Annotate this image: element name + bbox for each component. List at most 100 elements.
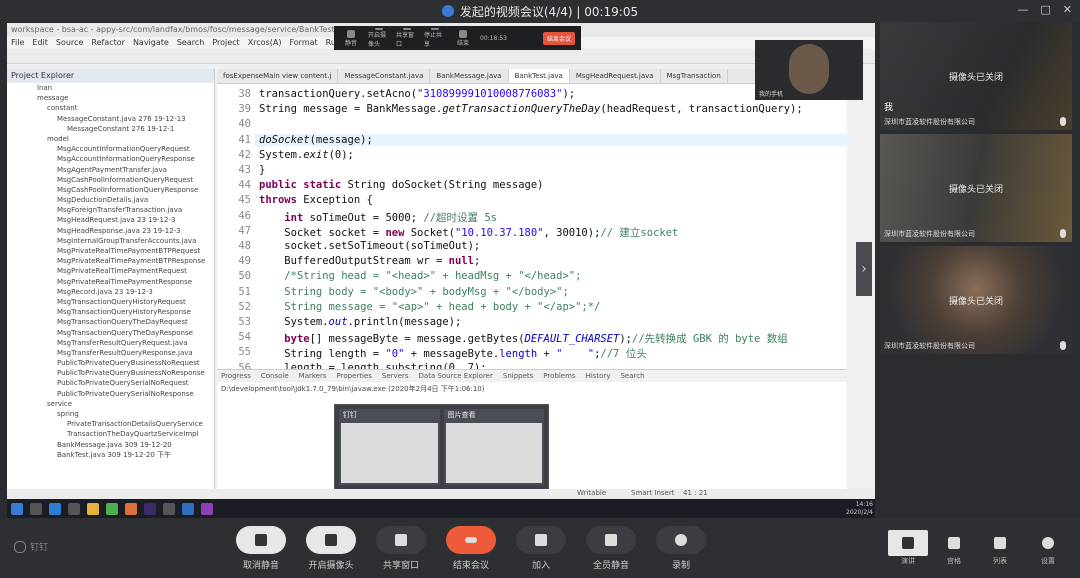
editor-tab[interactable]: BankMessage.java [430,69,509,83]
tree-item[interactable]: PublicToPrivateQuerySerialNoResponse [7,389,214,399]
window-thumbnail[interactable]: 图片查看 [443,409,544,485]
editor-tab[interactable]: BankTest.java [508,69,570,83]
tree-item[interactable]: spring [7,409,214,419]
tree-item[interactable]: message [7,93,214,103]
ide-menu-item[interactable]: File [11,37,24,49]
console-tab[interactable]: History [586,370,611,382]
tree-item[interactable]: BankTest.java 309 19-12-20 下午 [7,450,214,460]
layout-speaker-button[interactable]: 演讲 [888,530,928,566]
tree-item[interactable]: MsgHeadRequest.java 23 19-12-3 [7,215,214,225]
floating-bar-button[interactable]: 共享窗口 [396,28,418,48]
tree-item[interactable]: PublicToPrivateQueryBusinessNoRequest [7,358,214,368]
tree-item[interactable]: MsgDeductionDetails.java [7,195,214,205]
participant-tile[interactable]: 摄像头已关闭 深圳市蓝凌软件股份有限公司 [880,246,1072,354]
console-tab[interactable]: Problems [543,370,575,382]
tree-item[interactable]: constant [7,103,214,113]
share-window-button[interactable]: 共享窗口 [376,526,426,571]
record-button[interactable]: 录制 [656,526,706,571]
eclipse-icon[interactable] [144,502,156,515]
tree-item[interactable]: MsgInternalGroupTransferAccounts.java [7,236,214,246]
tree-item[interactable]: MsgAgentPaymentTransfer.java [7,165,214,175]
tree-item[interactable]: MsgTransactionQueryHistoryResponse [7,307,214,317]
search-icon[interactable] [30,502,42,515]
tree-item[interactable]: MsgPrivateRealTimePaymentBTPRequest [7,246,214,256]
floating-bar-button[interactable]: 静音 [340,28,362,48]
tree-item[interactable]: MsgCashPoolInformationQueryResponse [7,185,214,195]
ide-menu-item[interactable]: Search [177,37,204,49]
floating-bar-button[interactable]: 停止共享 [424,28,446,48]
tree-item[interactable]: PrivateTransactionDetailsQueryService [7,419,214,429]
console-tab[interactable]: Progress [221,370,251,382]
tree-item[interactable]: MessageConstant 276 19-12-1 [7,124,214,134]
tree-item[interactable]: lnan [7,83,214,93]
ide-menu-item[interactable]: Project [212,37,239,49]
edge-icon[interactable] [49,502,61,515]
participant-tile[interactable]: 摄像头已关闭 深圳市蓝凌软件股份有限公司 [880,134,1072,242]
ide-menu-item[interactable]: Navigate [133,37,169,49]
chrome-icon[interactable] [106,502,118,515]
ide-toolbar [7,49,875,64]
console-tab[interactable]: Console [261,370,289,382]
console-tab[interactable]: Markers [299,370,327,382]
join-button[interactable]: 加入 [516,526,566,571]
ide-menu-item[interactable]: Edit [32,37,48,49]
editor-tab[interactable]: fosExpenseMain view content.j [217,69,339,83]
tree-item[interactable]: MsgPrivateRealTimePaymentBTPResponse [7,256,214,266]
app-icon[interactable] [201,502,213,515]
console-tab[interactable]: Data Source Explorer [419,370,493,382]
editor-tab[interactable]: MessageConstant.java [338,69,431,83]
layout-list-button[interactable]: 列表 [980,530,1020,566]
tree-item[interactable]: MessageConstant.java 276 19-12-13 [7,114,214,124]
tree-item[interactable]: service [7,399,214,409]
tree-item[interactable]: model [7,134,214,144]
tree-item[interactable]: MsgTransferResultQueryResponse.java [7,348,214,358]
folder-icon[interactable] [87,502,99,515]
mute-all-button[interactable]: 全员静音 [586,526,636,571]
unmute-button[interactable]: 取消静音 [236,526,286,571]
start-icon[interactable] [11,502,23,515]
editor-tab[interactable]: MsgTransaction [661,69,728,83]
tree-item[interactable]: PublicToPrivateQueryBusinessNoResponse [7,368,214,378]
minimize-icon[interactable]: — [1017,3,1028,16]
console-tab[interactable]: Servers [382,370,409,382]
floating-end-button[interactable]: 结束会议 [542,31,575,45]
app-icon[interactable] [182,502,194,515]
window-thumbnail[interactable]: 钉钉 [339,409,440,485]
app-icon[interactable] [163,502,175,515]
tree-item[interactable]: MsgTransactionQueryTheDayResponse [7,328,214,338]
collapse-panel-button[interactable]: › [856,242,872,296]
tree-item[interactable]: MsgForeignTransferTransaction.java [7,205,214,215]
settings-button[interactable]: 设置 [1030,530,1066,566]
participant-tile[interactable]: 摄像头已关闭 我 深圳市蓝凌软件股份有限公司 [880,22,1072,130]
tree-item[interactable]: MsgPrivateRealTimePaymentResponse [7,277,214,287]
floating-bar-button[interactable]: 结束 [452,28,474,48]
tree-item[interactable]: MsgAccountInformationQueryResponse [7,154,214,164]
ide-menu-item[interactable]: Source [56,37,83,49]
tree-item[interactable]: MsgPrivateRealTimePaymentRequest [7,266,214,276]
end-meeting-button[interactable]: 结束会议 [446,526,496,571]
ide-menu-item[interactable]: Format [289,37,317,49]
tree-item[interactable]: MsgTransferResultQueryRequest.java [7,338,214,348]
console-tab[interactable]: Snippets [503,370,533,382]
tree-item[interactable]: BankMessage.java 309 19-12-20 [7,440,214,450]
tree-item[interactable]: TransactionTheDayQuartzServiceImpl [7,429,214,439]
tree-item[interactable]: MsgAccountInformationQueryRequest [7,144,214,154]
ide-menu-item[interactable]: Xrcos(A) [248,37,282,49]
tree-item[interactable]: MsgCashPoolInformationQueryRequest [7,175,214,185]
tree-item[interactable]: MsgTransactionQueryHistoryRequest [7,297,214,307]
editor-tab[interactable]: MsgHeadRequest.java [570,69,661,83]
tree-item[interactable]: MsgTransactionQueryTheDayRequest [7,317,214,327]
maximize-icon[interactable]: □ [1040,3,1050,16]
tree-item[interactable]: MsgRecord.java 23 19-12-3 [7,287,214,297]
layout-grid-button[interactable]: 宫格 [934,530,974,566]
floating-bar-button[interactable]: 开启摄像头 [368,28,390,48]
console-tab[interactable]: Properties [337,370,372,382]
app-icon[interactable] [125,502,137,515]
store-icon[interactable] [68,502,80,515]
tree-item[interactable]: MsgHeadResponse.java 23 19-12-3 [7,226,214,236]
camera-button[interactable]: 开启摄像头 [306,526,356,571]
tree-item[interactable]: PublicToPrivateQuerySerialNoRequest [7,378,214,388]
close-icon[interactable]: ✕ [1063,3,1072,16]
ide-menu-item[interactable]: Refactor [91,37,125,49]
console-tab[interactable]: Search [620,370,644,382]
